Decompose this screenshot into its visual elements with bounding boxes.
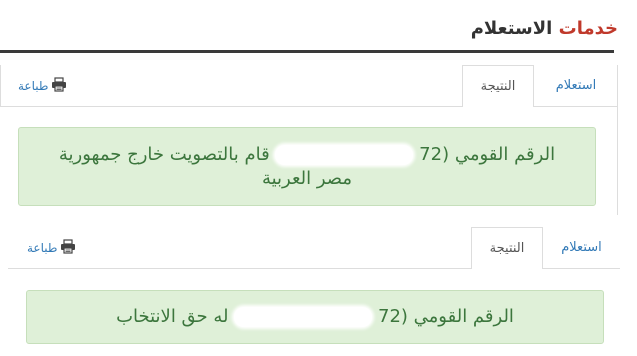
print-label: طباعة <box>18 79 49 93</box>
result-panel-1: استعلام النتيجة طباعة الرقم القومي (72 ق… <box>0 65 618 215</box>
print-label: طباعة <box>27 241 58 255</box>
redacted-id <box>234 307 373 327</box>
result-message-suffix: له حق الانتخاب <box>116 306 229 327</box>
tab-inquiry[interactable]: استعلام <box>535 65 617 106</box>
result-panel-2: استعلام النتيجة طباعة الرقم القومي (72 ل… <box>8 227 620 356</box>
page-title: خدمات الاستعلام <box>471 18 618 39</box>
title-divider <box>0 50 614 53</box>
redacted-id <box>275 144 414 165</box>
tab-result[interactable]: النتيجة <box>471 227 543 269</box>
panel-left-border <box>0 65 1 107</box>
printer-icon <box>51 77 67 95</box>
tab-result[interactable]: النتيجة <box>462 65 534 107</box>
result-message: الرقم القومي (72 له حق الانتخاب <box>26 290 604 344</box>
print-button[interactable]: طباعة <box>27 239 76 257</box>
tab-inquiry[interactable]: استعلام <box>543 227 620 268</box>
page-title-main: الاستعلام <box>470 18 553 39</box>
result-message: الرقم القومي (72 قام بالتصويت خارج جمهور… <box>18 127 596 206</box>
print-button[interactable]: طباعة <box>18 77 67 95</box>
printer-icon <box>60 239 76 257</box>
result-message-prefix: الرقم القومي (72 <box>419 143 556 165</box>
result-message-prefix: الرقم القومي (72 <box>378 306 514 327</box>
page-title-accent: خدمات <box>558 18 618 39</box>
